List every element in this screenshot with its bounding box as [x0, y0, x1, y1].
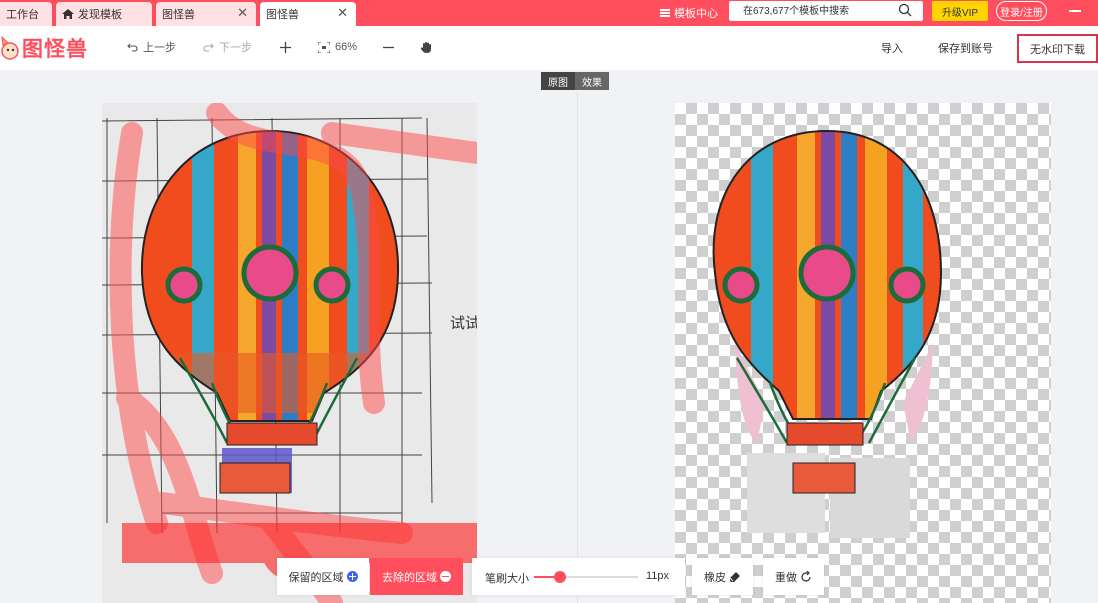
zoom-out-button[interactable]: [383, 38, 394, 56]
page-handwriting-text: 试试: [450, 314, 477, 332]
result-view-button[interactable]: 效果: [575, 72, 609, 90]
undo-label: 上一步: [143, 42, 176, 54]
brush-size-label: 笔刷大小: [485, 573, 529, 585]
brush-size-slider-thumb[interactable]: [554, 571, 566, 583]
plus-circle-icon: [346, 571, 358, 582]
home-icon: [62, 9, 74, 19]
keep-area-label: 保留的区域: [288, 571, 344, 584]
plus-icon: [280, 41, 291, 53]
fit-screen-icon: [318, 41, 330, 53]
brush-size-control: 笔刷大小 11px: [472, 558, 685, 595]
original-view-button[interactable]: 原图: [541, 72, 575, 90]
keep-area-button[interactable]: 保留的区域: [277, 558, 369, 595]
import-button[interactable]: 导入: [881, 40, 903, 56]
original-image: 试试: [102, 103, 477, 603]
eraser-button[interactable]: 橡皮: [692, 558, 753, 595]
result-image: [712, 129, 943, 538]
upgrade-vip-button[interactable]: 升级VIP: [932, 1, 988, 21]
eraser-icon: [729, 571, 740, 582]
brush-size-value: 11px: [646, 570, 670, 582]
redo-icon: [203, 43, 214, 52]
reset-button[interactable]: 重做: [763, 558, 824, 595]
tab-label: 图怪兽: [266, 9, 299, 21]
tab-label: 工作台: [6, 9, 39, 21]
logo-mascot-icon: [1, 35, 19, 60]
original-canvas[interactable]: 试试: [102, 103, 477, 603]
save-to-account-button[interactable]: 保存到账号: [938, 40, 993, 56]
reset-label: 重做: [775, 571, 797, 584]
minus-icon: [383, 46, 394, 48]
menu-icon: [660, 9, 670, 17]
remove-area-button[interactable]: 去除的区域: [370, 558, 463, 595]
brush-size-slider[interactable]: [534, 571, 638, 583]
logo[interactable]: 图怪兽: [0, 32, 88, 64]
login-register-button[interactable]: 登录/注册: [996, 1, 1047, 21]
close-icon[interactable]: ✕: [237, 6, 248, 20]
tab-editor-2[interactable]: 图怪兽 ✕: [260, 2, 356, 26]
hand-icon: [420, 41, 431, 53]
tab-label: 发现模板: [78, 9, 122, 21]
remove-area-label: 去除的区域: [382, 571, 437, 584]
undo-icon: [127, 43, 138, 52]
editor-toolbar: 图怪兽 上一步 下一步 66% 导入 保存到账号 无水印下载: [0, 26, 1098, 70]
result-canvas[interactable]: [675, 103, 1051, 603]
canvas-divider: [577, 92, 578, 603]
close-icon[interactable]: ✕: [337, 6, 348, 20]
tab-label: 图怪兽: [162, 9, 195, 21]
tab-bar: 工作台 发现模板 图怪兽 ✕ 图怪兽 ✕ 模板中心 升级VIP 登录/注册: [0, 0, 1098, 26]
logo-text: 图怪兽: [22, 38, 88, 61]
redo-button[interactable]: 下一步: [203, 38, 252, 56]
tab-editor-1[interactable]: 图怪兽 ✕: [156, 2, 256, 26]
pan-hand-button[interactable]: [420, 38, 433, 56]
minimize-icon[interactable]: [1069, 10, 1081, 12]
template-center-label: 模板中心: [674, 8, 718, 20]
tab-discover-templates[interactable]: 发现模板: [56, 2, 152, 26]
zoom-in-button[interactable]: [280, 38, 291, 56]
eraser-label: 橡皮: [704, 571, 726, 584]
search-box: [729, 1, 923, 21]
search-input[interactable]: [729, 1, 879, 21]
tab-workbench[interactable]: 工作台: [0, 2, 52, 26]
download-no-watermark-button[interactable]: 无水印下载: [1017, 34, 1098, 63]
zoom-level: 66%: [335, 41, 358, 53]
refresh-icon: [801, 570, 811, 582]
fit-zoom-button[interactable]: 66%: [318, 38, 357, 56]
template-center-link[interactable]: 模板中心: [660, 4, 718, 22]
search-icon[interactable]: [898, 3, 912, 17]
minus-circle-icon: [440, 571, 451, 582]
redo-label: 下一步: [219, 42, 252, 54]
undo-button[interactable]: 上一步: [127, 38, 176, 56]
view-toggle: 原图 效果: [541, 72, 609, 90]
